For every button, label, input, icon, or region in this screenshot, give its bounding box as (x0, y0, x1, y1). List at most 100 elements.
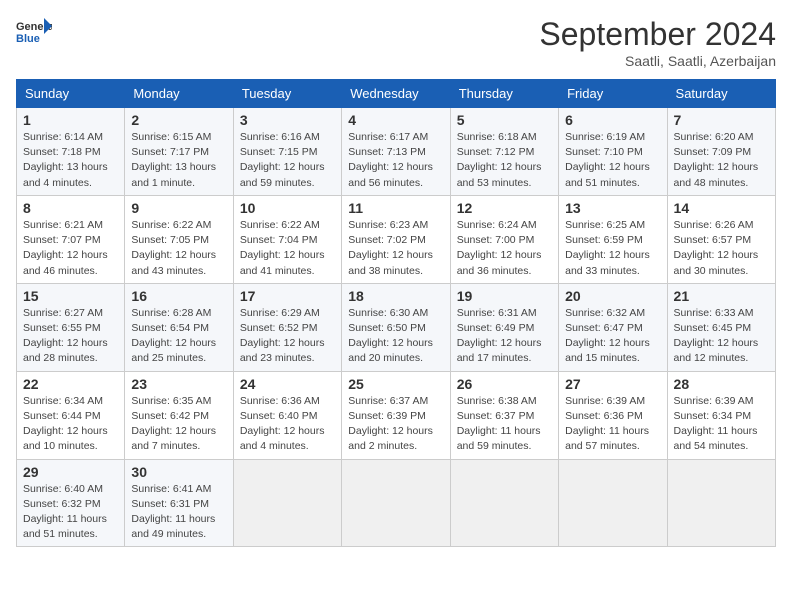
day-of-week-header: Wednesday (342, 80, 450, 108)
day-info: Sunrise: 6:25 AM Sunset: 6:59 PM Dayligh… (565, 218, 660, 279)
day-number: 29 (23, 464, 118, 480)
day-number: 22 (23, 376, 118, 392)
day-info: Sunrise: 6:35 AM Sunset: 6:42 PM Dayligh… (131, 394, 226, 455)
day-info: Sunrise: 6:26 AM Sunset: 6:57 PM Dayligh… (674, 218, 769, 279)
logo: General Blue (16, 16, 52, 46)
calendar-cell: 26 Sunrise: 6:38 AM Sunset: 6:37 PM Dayli… (450, 371, 558, 459)
calendar-cell: 11 Sunrise: 6:23 AM Sunset: 7:02 PM Dayli… (342, 195, 450, 283)
day-info: Sunrise: 6:40 AM Sunset: 6:32 PM Dayligh… (23, 482, 118, 543)
day-number: 4 (348, 112, 443, 128)
calendar-cell (233, 459, 341, 547)
day-info: Sunrise: 6:34 AM Sunset: 6:44 PM Dayligh… (23, 394, 118, 455)
calendar-table: SundayMondayTuesdayWednesdayThursdayFrid… (16, 79, 776, 547)
calendar-cell (450, 459, 558, 547)
calendar-body: 1 Sunrise: 6:14 AM Sunset: 7:18 PM Daylig… (17, 108, 776, 547)
day-info: Sunrise: 6:18 AM Sunset: 7:12 PM Dayligh… (457, 130, 552, 191)
calendar-cell (559, 459, 667, 547)
calendar-cell: 16 Sunrise: 6:28 AM Sunset: 6:54 PM Dayli… (125, 283, 233, 371)
calendar-cell: 23 Sunrise: 6:35 AM Sunset: 6:42 PM Dayli… (125, 371, 233, 459)
day-info: Sunrise: 6:14 AM Sunset: 7:18 PM Dayligh… (23, 130, 118, 191)
day-info: Sunrise: 6:38 AM Sunset: 6:37 PM Dayligh… (457, 394, 552, 455)
day-info: Sunrise: 6:22 AM Sunset: 7:04 PM Dayligh… (240, 218, 335, 279)
day-number: 1 (23, 112, 118, 128)
day-number: 11 (348, 200, 443, 216)
calendar-week-row: 1 Sunrise: 6:14 AM Sunset: 7:18 PM Daylig… (17, 108, 776, 196)
calendar-cell: 9 Sunrise: 6:22 AM Sunset: 7:05 PM Daylig… (125, 195, 233, 283)
day-info: Sunrise: 6:16 AM Sunset: 7:15 PM Dayligh… (240, 130, 335, 191)
day-info: Sunrise: 6:41 AM Sunset: 6:31 PM Dayligh… (131, 482, 226, 543)
day-info: Sunrise: 6:29 AM Sunset: 6:52 PM Dayligh… (240, 306, 335, 367)
day-number: 3 (240, 112, 335, 128)
calendar-cell: 28 Sunrise: 6:39 AM Sunset: 6:34 PM Dayli… (667, 371, 775, 459)
calendar-cell: 8 Sunrise: 6:21 AM Sunset: 7:07 PM Daylig… (17, 195, 125, 283)
calendar-cell: 10 Sunrise: 6:22 AM Sunset: 7:04 PM Dayli… (233, 195, 341, 283)
day-number: 17 (240, 288, 335, 304)
day-number: 16 (131, 288, 226, 304)
day-number: 7 (674, 112, 769, 128)
day-of-week-header: Sunday (17, 80, 125, 108)
logo-icon: General Blue (16, 16, 52, 46)
day-number: 18 (348, 288, 443, 304)
calendar-week-row: 8 Sunrise: 6:21 AM Sunset: 7:07 PM Daylig… (17, 195, 776, 283)
calendar-cell: 25 Sunrise: 6:37 AM Sunset: 6:39 PM Dayli… (342, 371, 450, 459)
calendar-cell: 1 Sunrise: 6:14 AM Sunset: 7:18 PM Daylig… (17, 108, 125, 196)
calendar-cell: 29 Sunrise: 6:40 AM Sunset: 6:32 PM Dayli… (17, 459, 125, 547)
day-info: Sunrise: 6:27 AM Sunset: 6:55 PM Dayligh… (23, 306, 118, 367)
day-number: 24 (240, 376, 335, 392)
day-number: 9 (131, 200, 226, 216)
calendar-cell: 2 Sunrise: 6:15 AM Sunset: 7:17 PM Daylig… (125, 108, 233, 196)
calendar-cell: 7 Sunrise: 6:20 AM Sunset: 7:09 PM Daylig… (667, 108, 775, 196)
day-number: 27 (565, 376, 660, 392)
day-of-week-header: Friday (559, 80, 667, 108)
day-number: 30 (131, 464, 226, 480)
day-of-week-header: Tuesday (233, 80, 341, 108)
calendar-cell: 30 Sunrise: 6:41 AM Sunset: 6:31 PM Dayli… (125, 459, 233, 547)
calendar-week-row: 29 Sunrise: 6:40 AM Sunset: 6:32 PM Dayli… (17, 459, 776, 547)
day-number: 5 (457, 112, 552, 128)
day-info: Sunrise: 6:31 AM Sunset: 6:49 PM Dayligh… (457, 306, 552, 367)
header-row: SundayMondayTuesdayWednesdayThursdayFrid… (17, 80, 776, 108)
day-info: Sunrise: 6:32 AM Sunset: 6:47 PM Dayligh… (565, 306, 660, 367)
day-info: Sunrise: 6:36 AM Sunset: 6:40 PM Dayligh… (240, 394, 335, 455)
day-number: 25 (348, 376, 443, 392)
day-info: Sunrise: 6:37 AM Sunset: 6:39 PM Dayligh… (348, 394, 443, 455)
day-number: 6 (565, 112, 660, 128)
calendar-week-row: 22 Sunrise: 6:34 AM Sunset: 6:44 PM Dayli… (17, 371, 776, 459)
day-info: Sunrise: 6:39 AM Sunset: 6:34 PM Dayligh… (674, 394, 769, 455)
day-number: 10 (240, 200, 335, 216)
calendar-cell (342, 459, 450, 547)
calendar-cell: 4 Sunrise: 6:17 AM Sunset: 7:13 PM Daylig… (342, 108, 450, 196)
calendar-cell: 22 Sunrise: 6:34 AM Sunset: 6:44 PM Dayli… (17, 371, 125, 459)
day-number: 28 (674, 376, 769, 392)
day-info: Sunrise: 6:21 AM Sunset: 7:07 PM Dayligh… (23, 218, 118, 279)
day-info: Sunrise: 6:15 AM Sunset: 7:17 PM Dayligh… (131, 130, 226, 191)
day-number: 15 (23, 288, 118, 304)
day-number: 2 (131, 112, 226, 128)
calendar-cell: 6 Sunrise: 6:19 AM Sunset: 7:10 PM Daylig… (559, 108, 667, 196)
location-subtitle: Saatli, Saatli, Azerbaijan (539, 53, 776, 69)
day-number: 23 (131, 376, 226, 392)
calendar-cell (667, 459, 775, 547)
calendar-cell: 13Sunrise: 6:25 AM Sunset: 6:59 PM Dayli… (559, 195, 667, 283)
day-of-week-header: Thursday (450, 80, 558, 108)
calendar-week-row: 15 Sunrise: 6:27 AM Sunset: 6:55 PM Dayli… (17, 283, 776, 371)
calendar-cell: 12Sunrise: 6:24 AM Sunset: 7:00 PM Dayli… (450, 195, 558, 283)
day-of-week-header: Saturday (667, 80, 775, 108)
calendar-cell: 27 Sunrise: 6:39 AM Sunset: 6:36 PM Dayli… (559, 371, 667, 459)
page-header: General Blue September 2024 Saatli, Saat… (16, 16, 776, 69)
day-info: Sunrise: 6:19 AM Sunset: 7:10 PM Dayligh… (565, 130, 660, 191)
calendar-cell: 3 Sunrise: 6:16 AM Sunset: 7:15 PM Daylig… (233, 108, 341, 196)
day-info: Sunrise: 6:24 AM Sunset: 7:00 PM Dayligh… (457, 218, 552, 279)
day-info: Sunrise: 6:17 AM Sunset: 7:13 PM Dayligh… (348, 130, 443, 191)
day-number: 8 (23, 200, 118, 216)
day-info: Sunrise: 6:28 AM Sunset: 6:54 PM Dayligh… (131, 306, 226, 367)
day-info: Sunrise: 6:20 AM Sunset: 7:09 PM Dayligh… (674, 130, 769, 191)
day-number: 26 (457, 376, 552, 392)
calendar-cell: 17 Sunrise: 6:29 AM Sunset: 6:52 PM Dayli… (233, 283, 341, 371)
day-info: Sunrise: 6:22 AM Sunset: 7:05 PM Dayligh… (131, 218, 226, 279)
calendar-cell: 18Sunrise: 6:30 AM Sunset: 6:50 PM Dayli… (342, 283, 450, 371)
day-info: Sunrise: 6:23 AM Sunset: 7:02 PM Dayligh… (348, 218, 443, 279)
title-block: September 2024 Saatli, Saatli, Azerbaija… (539, 16, 776, 69)
day-number: 14 (674, 200, 769, 216)
day-info: Sunrise: 6:39 AM Sunset: 6:36 PM Dayligh… (565, 394, 660, 455)
